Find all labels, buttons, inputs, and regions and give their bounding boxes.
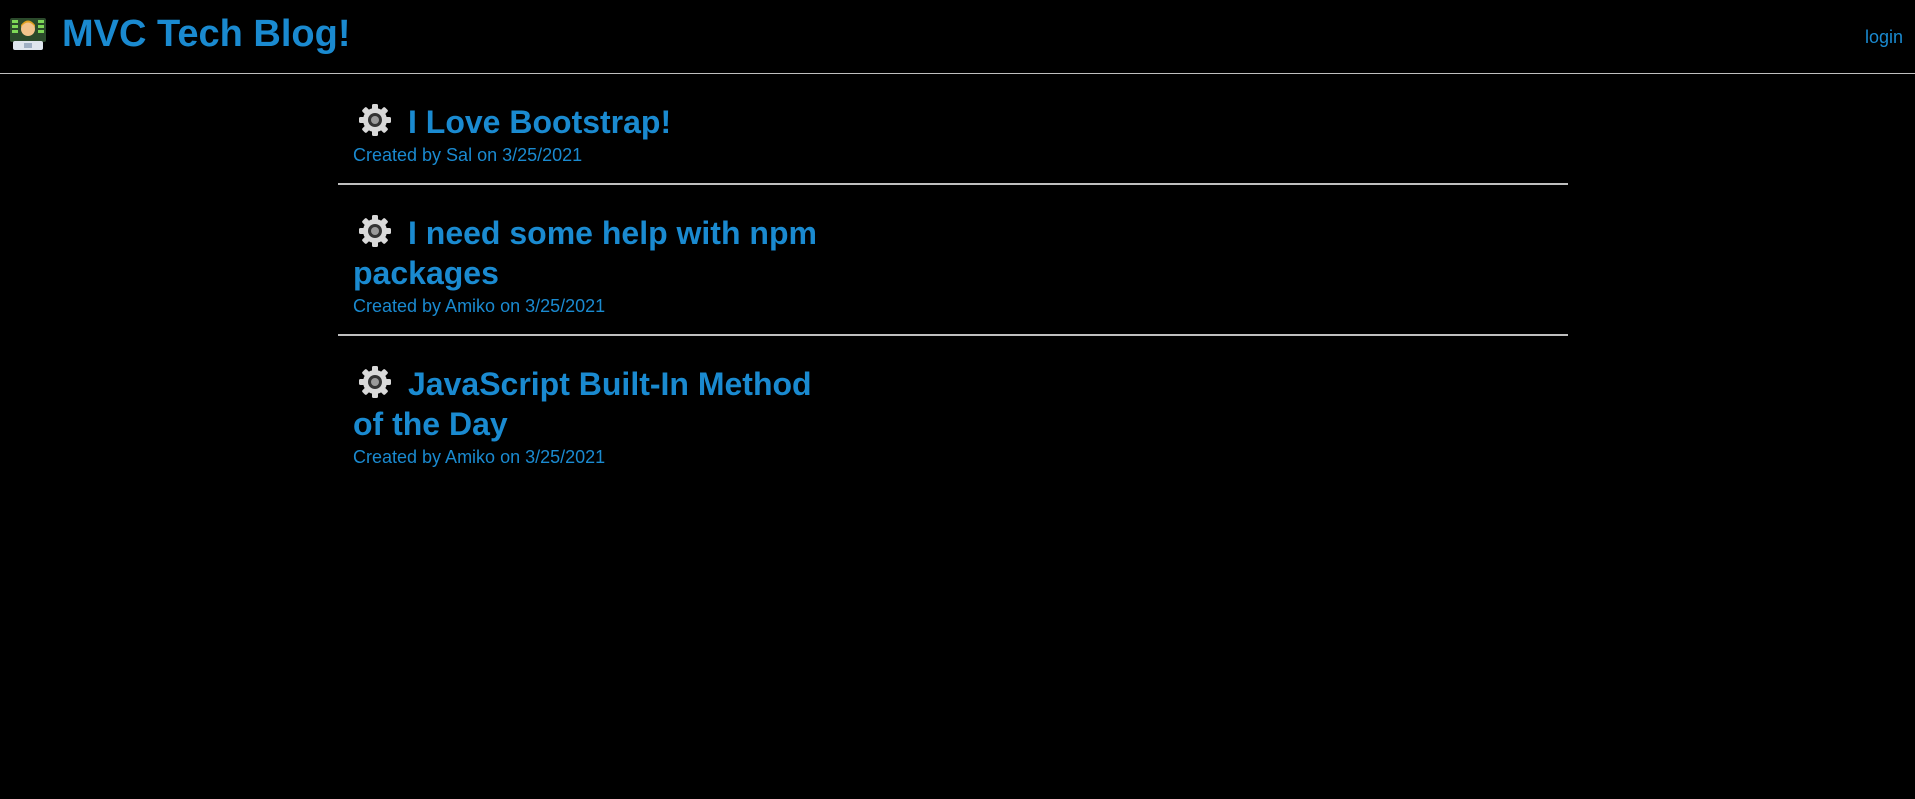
post-title[interactable]: JavaScript Built-In Method of the Day xyxy=(353,364,843,444)
post-title-text[interactable]: I need some help with npm packages xyxy=(353,215,817,291)
technologist-icon[interactable] xyxy=(9,15,47,53)
post-item: I need some help with npm packages Creat… xyxy=(338,185,1568,336)
gear-icon xyxy=(359,215,391,247)
site-title[interactable]: MVC Tech Blog! xyxy=(62,12,351,56)
post-meta: Created by Sal on 3/25/2021 xyxy=(353,145,583,165)
gear-icon xyxy=(359,104,391,136)
post-item: I Love Bootstrap! Created by Sal on 3/25… xyxy=(338,74,1568,185)
post-item: JavaScript Built-In Method of the Day Cr… xyxy=(338,336,1568,485)
site-header: MVC Tech Blog! login xyxy=(0,0,1915,74)
post-title-text[interactable]: JavaScript Built-In Method of the Day xyxy=(353,366,812,442)
post-meta: Created by Amiko on 3/25/2021 xyxy=(353,447,606,467)
post-meta: Created by Amiko on 3/25/2021 xyxy=(353,296,606,316)
post-title[interactable]: I Love Bootstrap! xyxy=(353,102,843,142)
post-list: I Love Bootstrap! Created by Sal on 3/25… xyxy=(338,74,1568,485)
post-title[interactable]: I need some help with npm packages xyxy=(353,213,843,293)
gear-icon xyxy=(359,366,391,398)
login-link[interactable]: login xyxy=(1865,26,1903,48)
post-title-text[interactable]: I Love Bootstrap! xyxy=(408,104,671,140)
